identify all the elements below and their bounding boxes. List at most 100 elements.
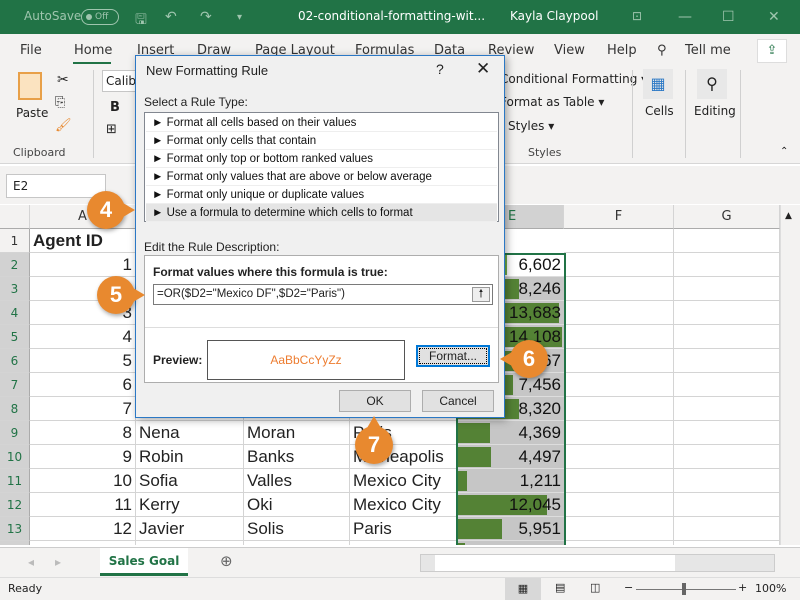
collapse-ribbon-icon[interactable]: ⌃	[780, 146, 788, 157]
cells-icon[interactable]: ▦	[643, 69, 673, 99]
customize-qat-icon[interactable]: ▾	[237, 12, 242, 23]
select-all[interactable]	[0, 205, 30, 229]
column-header-f[interactable]: F	[564, 205, 674, 229]
rule-type-item[interactable]: ► Format only unique or duplicate values	[146, 186, 497, 204]
row-header[interactable]: 4	[0, 301, 30, 325]
cell-city[interactable]: Paris	[350, 517, 458, 541]
column-header-g[interactable]: G	[674, 205, 780, 229]
cell-last-name[interactable]: Banks	[244, 445, 350, 469]
sheet-tab-sales-goal[interactable]: Sales Goal	[100, 548, 188, 576]
cell-agent-id[interactable]: 1	[30, 253, 136, 277]
cell-g[interactable]	[674, 517, 780, 541]
format-painter-icon[interactable]: 🖌	[55, 118, 72, 133]
cell-g[interactable]	[674, 349, 780, 373]
tab-file[interactable]: File	[20, 43, 42, 58]
minimize-button[interactable]: —	[678, 9, 692, 25]
prev-sheet-icon[interactable]: ◂	[28, 555, 34, 569]
cell-agent-id[interactable]: 12	[30, 517, 136, 541]
editing-button[interactable]: Editing	[694, 104, 736, 118]
row-header[interactable]: 3	[0, 277, 30, 301]
page-break-view-icon[interactable]: ◫	[590, 581, 600, 594]
autosave-toggle[interactable]: Off	[81, 9, 119, 25]
row-header[interactable]: 13	[0, 517, 30, 541]
collapse-dialog-icon[interactable]: 🠕	[472, 287, 490, 302]
cell-g[interactable]	[674, 277, 780, 301]
redo-icon[interactable]: ↷	[200, 9, 212, 25]
cell-f[interactable]	[564, 253, 674, 277]
rule-type-item[interactable]: ► Format only top or bottom ranked value…	[146, 150, 497, 168]
cell-g[interactable]	[674, 445, 780, 469]
paste-button[interactable]: Paste	[16, 106, 48, 120]
rule-type-item[interactable]: ► Format only cells that contain	[146, 132, 497, 150]
cell-agent-id[interactable]: 6	[30, 373, 136, 397]
row-header[interactable]: 1	[0, 229, 30, 253]
cell-agent-id[interactable]: 4	[30, 325, 136, 349]
cell-first-name[interactable]: Robin	[136, 445, 244, 469]
zoom-slider[interactable]	[636, 589, 736, 590]
horizontal-scroll-thumb[interactable]	[435, 555, 675, 571]
cell-last-name[interactable]: Moran	[244, 421, 350, 445]
share-icon[interactable]: ⇪	[757, 39, 787, 63]
cell-first-name[interactable]: Sofia	[136, 469, 244, 493]
formula-input[interactable]: =OR($D2="Mexico DF",$D2="Paris") 🠕	[153, 284, 493, 305]
tell-me-input[interactable]: Tell me	[685, 43, 731, 58]
search-icon[interactable]: ⚲	[657, 43, 667, 58]
bold-button[interactable]: B	[110, 100, 120, 115]
conditional-formatting-button[interactable]: Conditional Formatting ▾	[500, 72, 647, 86]
cell-f[interactable]	[564, 445, 674, 469]
row-header[interactable]: 7	[0, 373, 30, 397]
help-button[interactable]: ?	[436, 61, 444, 77]
next-sheet-icon[interactable]: ▸	[55, 555, 61, 569]
cell-agent-id[interactable]: 10	[30, 469, 136, 493]
cell-agent-id[interactable]: 13	[30, 541, 136, 545]
cell-f[interactable]	[564, 541, 674, 545]
row-header[interactable]: 5	[0, 325, 30, 349]
tab-help[interactable]: Help	[607, 43, 637, 58]
cell-last-name[interactable]: Oki	[244, 493, 350, 517]
cell-agent-id[interactable]: 11	[30, 493, 136, 517]
rule-type-list[interactable]: ► Format all cells based on their values…	[144, 112, 499, 222]
page-layout-view-icon[interactable]: ▤	[555, 581, 565, 594]
row-header[interactable]: 2	[0, 253, 30, 277]
cell-g[interactable]	[674, 397, 780, 421]
rule-type-item[interactable]: ► Format all cells based on their values	[146, 114, 497, 132]
zoom-in-icon[interactable]: +	[738, 581, 747, 594]
format-as-table-button[interactable]: Format as Table ▾	[500, 95, 604, 109]
cell-city[interactable]: Mexico City	[350, 469, 458, 493]
cell-g[interactable]	[674, 541, 780, 545]
tab-view[interactable]: View	[554, 43, 585, 58]
cancel-button[interactable]: Cancel	[422, 390, 494, 412]
rule-type-item[interactable]: ► Use a formula to determine which cells…	[146, 204, 497, 222]
rule-type-item[interactable]: ► Format only values that are above or b…	[146, 168, 497, 186]
cell-g[interactable]	[674, 229, 780, 253]
horizontal-scrollbar[interactable]	[420, 554, 775, 572]
cell-f[interactable]	[564, 349, 674, 373]
vertical-scrollbar[interactable]: ▲	[780, 205, 800, 545]
cell-agent-id[interactable]: 5	[30, 349, 136, 373]
scroll-up-icon[interactable]: ▲	[785, 211, 792, 221]
cell-last-name[interactable]: Valles	[244, 469, 350, 493]
row-header[interactable]: 9	[0, 421, 30, 445]
cell-sales[interactable]: 1,000	[458, 541, 564, 545]
cell-last-name[interactable]	[244, 541, 350, 545]
cell-agent-id[interactable]: 9	[30, 445, 136, 469]
row-header[interactable]: 6	[0, 349, 30, 373]
paste-icon[interactable]	[18, 72, 42, 100]
zoom-level[interactable]: 100%	[755, 582, 786, 595]
cell-first-name[interactable]	[136, 541, 244, 545]
close-button[interactable]: ✕	[768, 9, 780, 25]
copy-icon[interactable]: ⎘	[55, 95, 65, 110]
zoom-out-icon[interactable]: −	[624, 581, 633, 594]
cell-f[interactable]	[564, 397, 674, 421]
cell-agent-id[interactable]: Agent ID	[30, 229, 136, 253]
cell-f[interactable]	[564, 421, 674, 445]
cell-sales[interactable]: 5,951	[458, 517, 564, 541]
cells-button[interactable]: Cells	[645, 104, 674, 118]
cell-first-name[interactable]: Kerry	[136, 493, 244, 517]
cell-f[interactable]	[564, 325, 674, 349]
cell-first-name[interactable]: Javier	[136, 517, 244, 541]
cell-sales[interactable]: 1,211	[458, 469, 564, 493]
cell-last-name[interactable]: Solis	[244, 517, 350, 541]
cell-city[interactable]: Minneapolis	[350, 541, 458, 545]
cut-icon[interactable]: ✂	[57, 72, 69, 88]
